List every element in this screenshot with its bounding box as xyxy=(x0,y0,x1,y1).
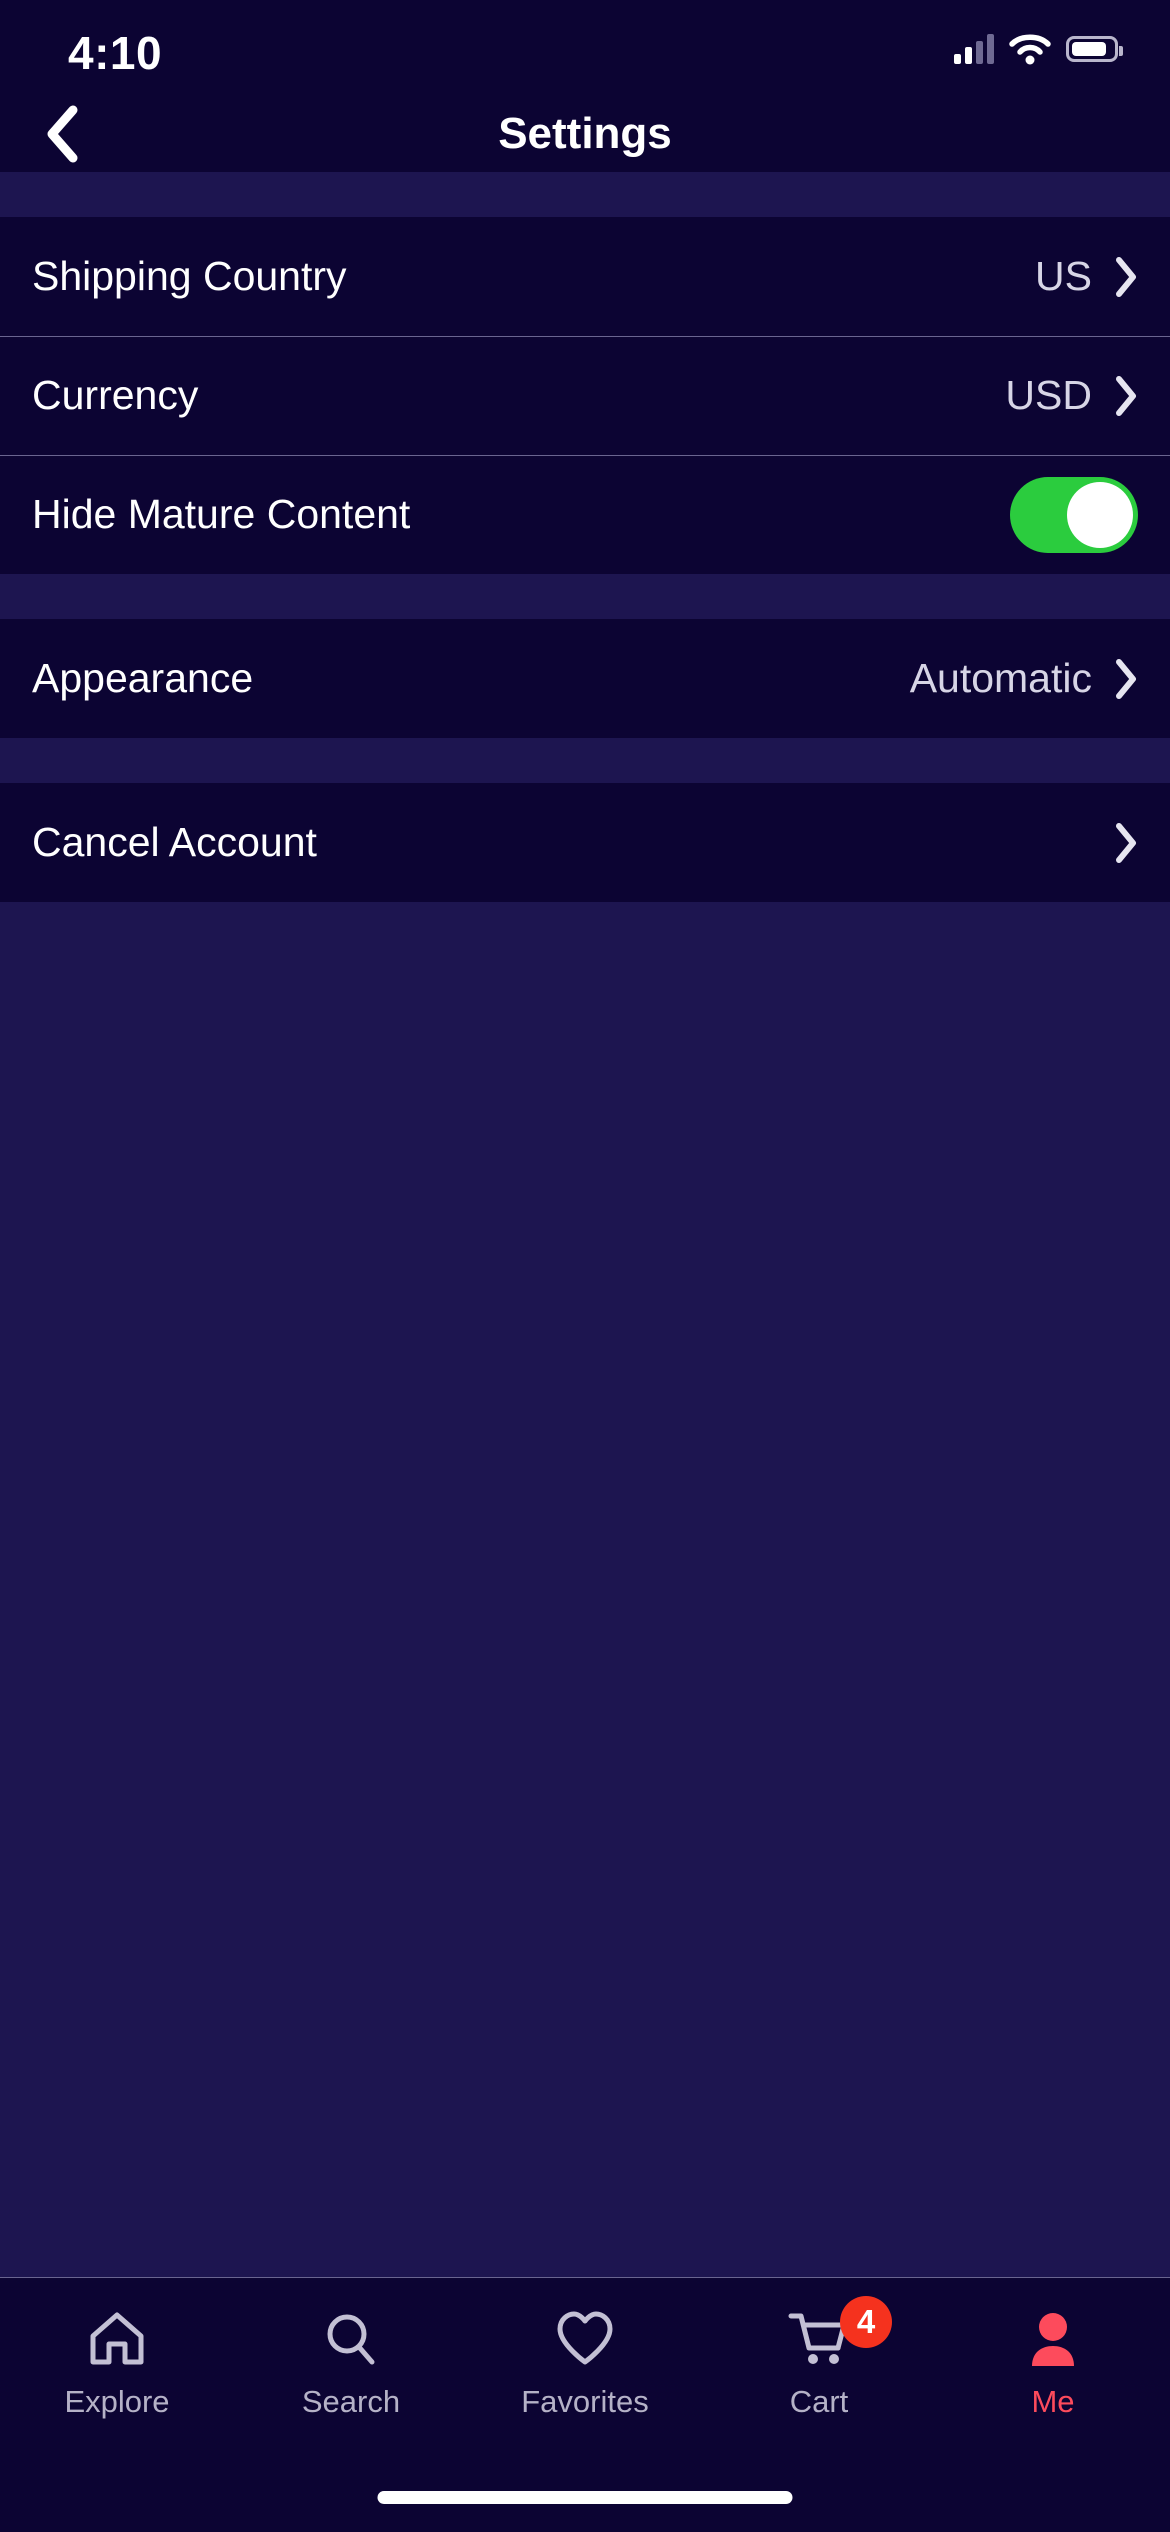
row-label: Hide Mature Content xyxy=(32,491,411,537)
heart-icon xyxy=(554,2308,616,2370)
cellular-signal-icon xyxy=(954,34,994,64)
back-chevron-icon xyxy=(47,105,78,163)
home-indicator xyxy=(377,2491,793,2504)
status-bar-time: 4:10 xyxy=(68,27,163,79)
row-shipping-country[interactable]: Shipping Country US xyxy=(0,217,1170,336)
settings-screen: 4:10 Settings Shipping Country US Curren… xyxy=(0,0,1170,2532)
tab-label: Favorites xyxy=(521,2384,649,2419)
tab-label: Search xyxy=(301,2384,401,2419)
row-value: US xyxy=(1035,253,1092,299)
tab-me[interactable]: Me xyxy=(936,2278,1170,2458)
chevron-right-icon xyxy=(1116,658,1136,699)
row-label: Currency xyxy=(32,372,199,418)
chevron-right-icon xyxy=(1116,375,1136,416)
tab-label: Me xyxy=(1031,2384,1075,2419)
person-icon xyxy=(1023,2308,1083,2370)
row-accessory: Automatic xyxy=(910,655,1138,702)
row-cancel-account[interactable]: Cancel Account xyxy=(0,783,1170,902)
row-label: Cancel Account xyxy=(32,819,317,865)
tab-cart[interactable]: 4 Cart xyxy=(702,2278,936,2458)
tab-bar: Explore Search Favorites 4 Cart Me xyxy=(0,2277,1170,2532)
row-accessory: USD xyxy=(1005,372,1138,419)
back-button[interactable] xyxy=(20,96,104,172)
tab-label: Cart xyxy=(789,2384,849,2419)
tab-favorites[interactable]: Favorites xyxy=(468,2278,702,2458)
status-bar-indicators xyxy=(954,26,1123,72)
row-accessory: US xyxy=(1035,253,1138,300)
cart-icon: 4 xyxy=(788,2296,892,2370)
section-gap xyxy=(0,574,1170,619)
page-title: Settings xyxy=(498,109,672,158)
empty-content-area xyxy=(0,902,1170,2277)
row-accessory xyxy=(1010,476,1138,553)
section-gap xyxy=(0,172,1170,217)
row-appearance[interactable]: Appearance Automatic xyxy=(0,619,1170,738)
cart-badge: 4 xyxy=(840,2296,892,2348)
battery-icon xyxy=(1066,36,1123,62)
home-icon xyxy=(87,2308,147,2370)
chevron-right-icon xyxy=(1116,822,1136,863)
tab-explore[interactable]: Explore xyxy=(0,2278,234,2458)
row-currency[interactable]: Currency USD xyxy=(0,336,1170,455)
row-hide-mature-content[interactable]: Hide Mature Content xyxy=(0,455,1170,574)
chevron-right-icon xyxy=(1116,256,1136,297)
row-label: Shipping Country xyxy=(32,253,347,299)
row-value: Automatic xyxy=(909,655,1092,701)
row-accessory xyxy=(1114,822,1138,864)
row-label: Appearance xyxy=(32,655,254,701)
hide-mature-content-toggle[interactable] xyxy=(1010,476,1138,553)
tab-search[interactable]: Search xyxy=(234,2278,468,2458)
toggle-knob xyxy=(1067,481,1133,548)
tab-label: Explore xyxy=(64,2384,170,2419)
status-bar: 4:10 xyxy=(0,0,1170,96)
section-gap xyxy=(0,738,1170,783)
row-value: USD xyxy=(1005,372,1092,418)
navigation-bar: Settings xyxy=(0,96,1170,172)
wifi-icon xyxy=(1009,34,1051,65)
search-icon xyxy=(321,2308,381,2370)
